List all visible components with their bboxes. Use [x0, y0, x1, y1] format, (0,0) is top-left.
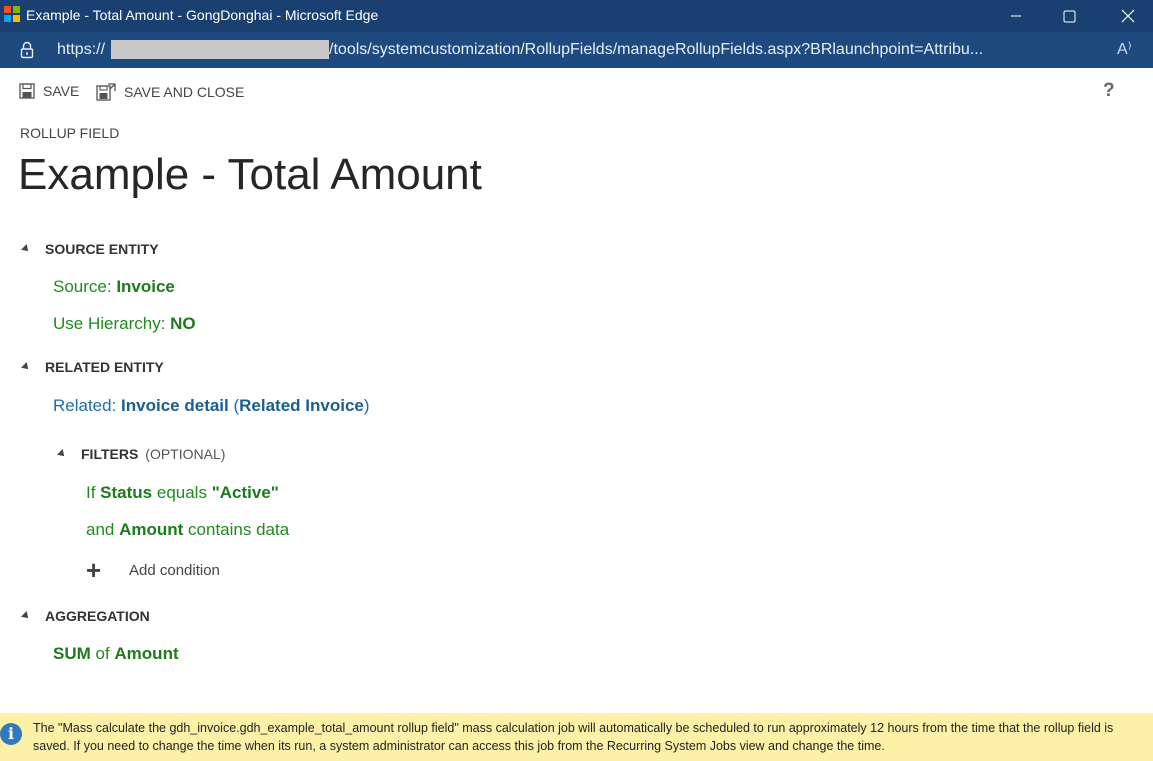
minimize-icon — [1011, 15, 1021, 17]
condition-field: Status — [100, 483, 153, 502]
condition-prefix: If — [86, 483, 101, 502]
filter-condition-1[interactable]: If Status equals "Active" — [86, 483, 279, 503]
url-prefix: https:// — [57, 40, 106, 58]
filters-heading: FILTERS — [81, 446, 139, 462]
condition-operator: equals — [152, 483, 212, 502]
related-entity-heading: RELATED ENTITY — [45, 359, 164, 375]
paren-close: ) — [363, 396, 370, 415]
collapse-triangle-icon — [21, 362, 31, 372]
hierarchy-label: Use Hierarchy: — [53, 314, 171, 333]
source-entity-heading: SOURCE ENTITY — [45, 241, 159, 257]
condition-field: Amount — [119, 520, 184, 539]
save-and-close-button[interactable]: SAVE AND CLOSE — [96, 83, 244, 101]
condition-value: "Active" — [211, 483, 279, 502]
plus-icon: + — [86, 555, 102, 585]
aggregation-field: Amount — [114, 644, 179, 663]
add-condition-button[interactable]: + Add condition — [86, 555, 220, 585]
url-text[interactable]: https:// /tools/systemcustomization/Roll… — [57, 40, 983, 59]
source-label: Source: — [53, 277, 117, 296]
info-icon: i — [0, 723, 22, 745]
save-icon — [19, 83, 35, 99]
hierarchy-line: Use Hierarchy: NO — [53, 314, 196, 334]
collapse-triangle-icon — [57, 449, 67, 459]
source-line: Source: Invoice — [53, 277, 175, 297]
close-icon — [1121, 9, 1135, 23]
notification-message: The "Mass calculate the gdh_invoice.gdh_… — [33, 721, 1114, 753]
page-title: Example - Total Amount — [18, 150, 482, 199]
source-entity-section-toggle[interactable]: SOURCE ENTITY — [21, 241, 159, 257]
related-entity-section-toggle[interactable]: RELATED ENTITY — [21, 359, 164, 375]
related-line: Related: Invoice detail (Related Invoice… — [53, 396, 370, 416]
aggregation-of: of — [90, 644, 115, 663]
condition-prefix: and — [86, 520, 120, 539]
url-redaction — [111, 40, 330, 59]
edge-app-icon — [4, 6, 20, 22]
close-window-button[interactable] — [1105, 0, 1151, 32]
read-aloud-icon[interactable]: A⁾ — [1117, 39, 1132, 59]
filters-optional-label: (OPTIONAL) — [145, 446, 226, 462]
save-label: SAVE — [43, 83, 80, 99]
minimize-button[interactable] — [993, 0, 1039, 32]
filter-condition-2[interactable]: and Amount contains data — [86, 520, 289, 540]
collapse-triangle-icon — [21, 611, 31, 621]
maximize-button[interactable] — [1046, 0, 1092, 32]
collapse-triangle-icon — [21, 244, 31, 254]
save-and-close-label: SAVE AND CLOSE — [124, 84, 245, 100]
notification-bar: i The "Mass calculate the gdh_invoice.gd… — [0, 713, 1153, 761]
aggregation-line[interactable]: SUM of Amount — [53, 644, 179, 664]
related-entity-link[interactable]: Invoice detail — [121, 396, 229, 415]
add-condition-label: Add condition — [129, 561, 220, 579]
maximize-icon — [1063, 10, 1075, 22]
window-titlebar: Example - Total Amount - GongDonghai - M… — [0, 0, 1153, 32]
help-icon[interactable]: ? — [1103, 80, 1115, 102]
paren-open: ( — [228, 396, 240, 415]
window-title: Example - Total Amount - GongDonghai - M… — [26, 7, 379, 23]
url-suffix: /tools/systemcustomization/RollupFields/… — [329, 40, 984, 58]
hierarchy-value-link[interactable]: NO — [170, 314, 196, 333]
filters-section-toggle[interactable]: FILTERS (OPTIONAL) — [57, 446, 226, 462]
relationship-link[interactable]: Related Invoice — [239, 396, 364, 415]
save-button[interactable]: SAVE — [19, 83, 79, 99]
aggregation-section-toggle[interactable]: AGGREGATION — [21, 608, 150, 624]
aggregation-heading: AGGREGATION — [45, 608, 150, 624]
save-and-close-icon — [96, 83, 116, 101]
condition-operator: contains data — [183, 520, 290, 539]
aggregation-function: SUM — [53, 644, 91, 663]
source-value-link[interactable]: Invoice — [116, 277, 175, 296]
related-label: Related: — [53, 396, 122, 415]
lock-icon[interactable] — [20, 41, 34, 59]
address-bar[interactable]: https:// /tools/systemcustomization/Roll… — [0, 32, 1153, 68]
command-toolbar: SAVE SAVE AND CLOSE ? — [0, 68, 1153, 118]
form-type-label: ROLLUP FIELD — [20, 125, 120, 141]
